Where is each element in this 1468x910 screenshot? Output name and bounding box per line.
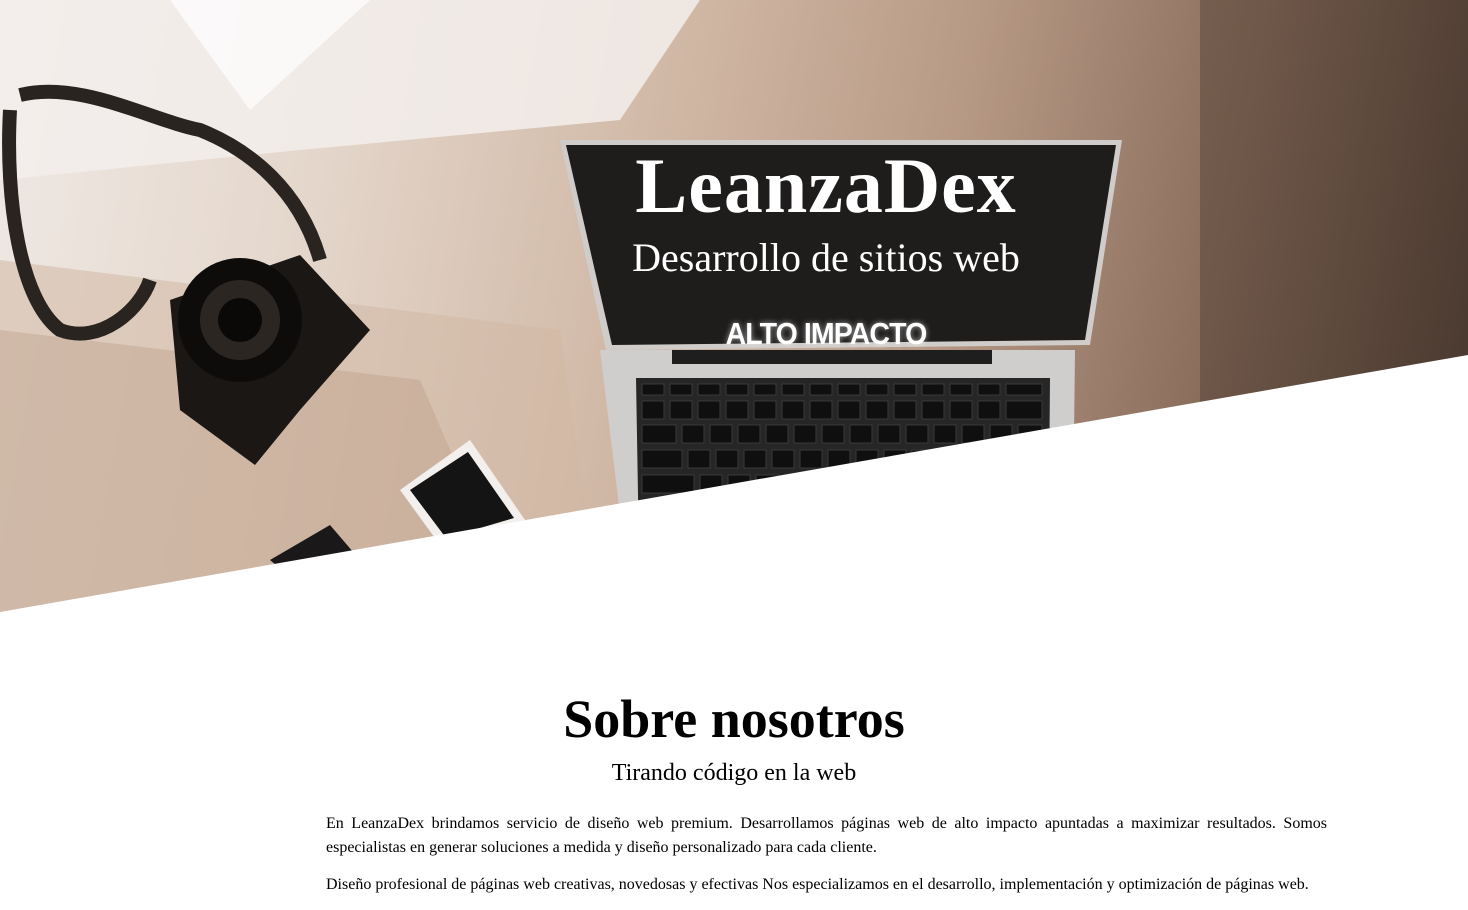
hero-section: LeanzaDex Desarrollo de sitios web ALTO … [0,0,1468,612]
about-body: En LeanzaDex brindamos servicio de diseñ… [326,812,1327,910]
hero-background-photo [0,0,1468,612]
about-subtitle: Tirando código en la web [611,760,857,786]
hero-subtitle: Desarrollo de sitios web [632,235,1020,280]
about-paragraph: En LeanzaDex brindamos servicio de diseñ… [326,815,1327,856]
about-title: Sobre nosotros [563,689,905,749]
about-paragraph: Diseño profesional de páginas web creati… [326,876,1309,893]
hero-title: LeanzaDex [635,142,1017,229]
hero-tagline: ALTO IMPACTO [725,316,928,351]
